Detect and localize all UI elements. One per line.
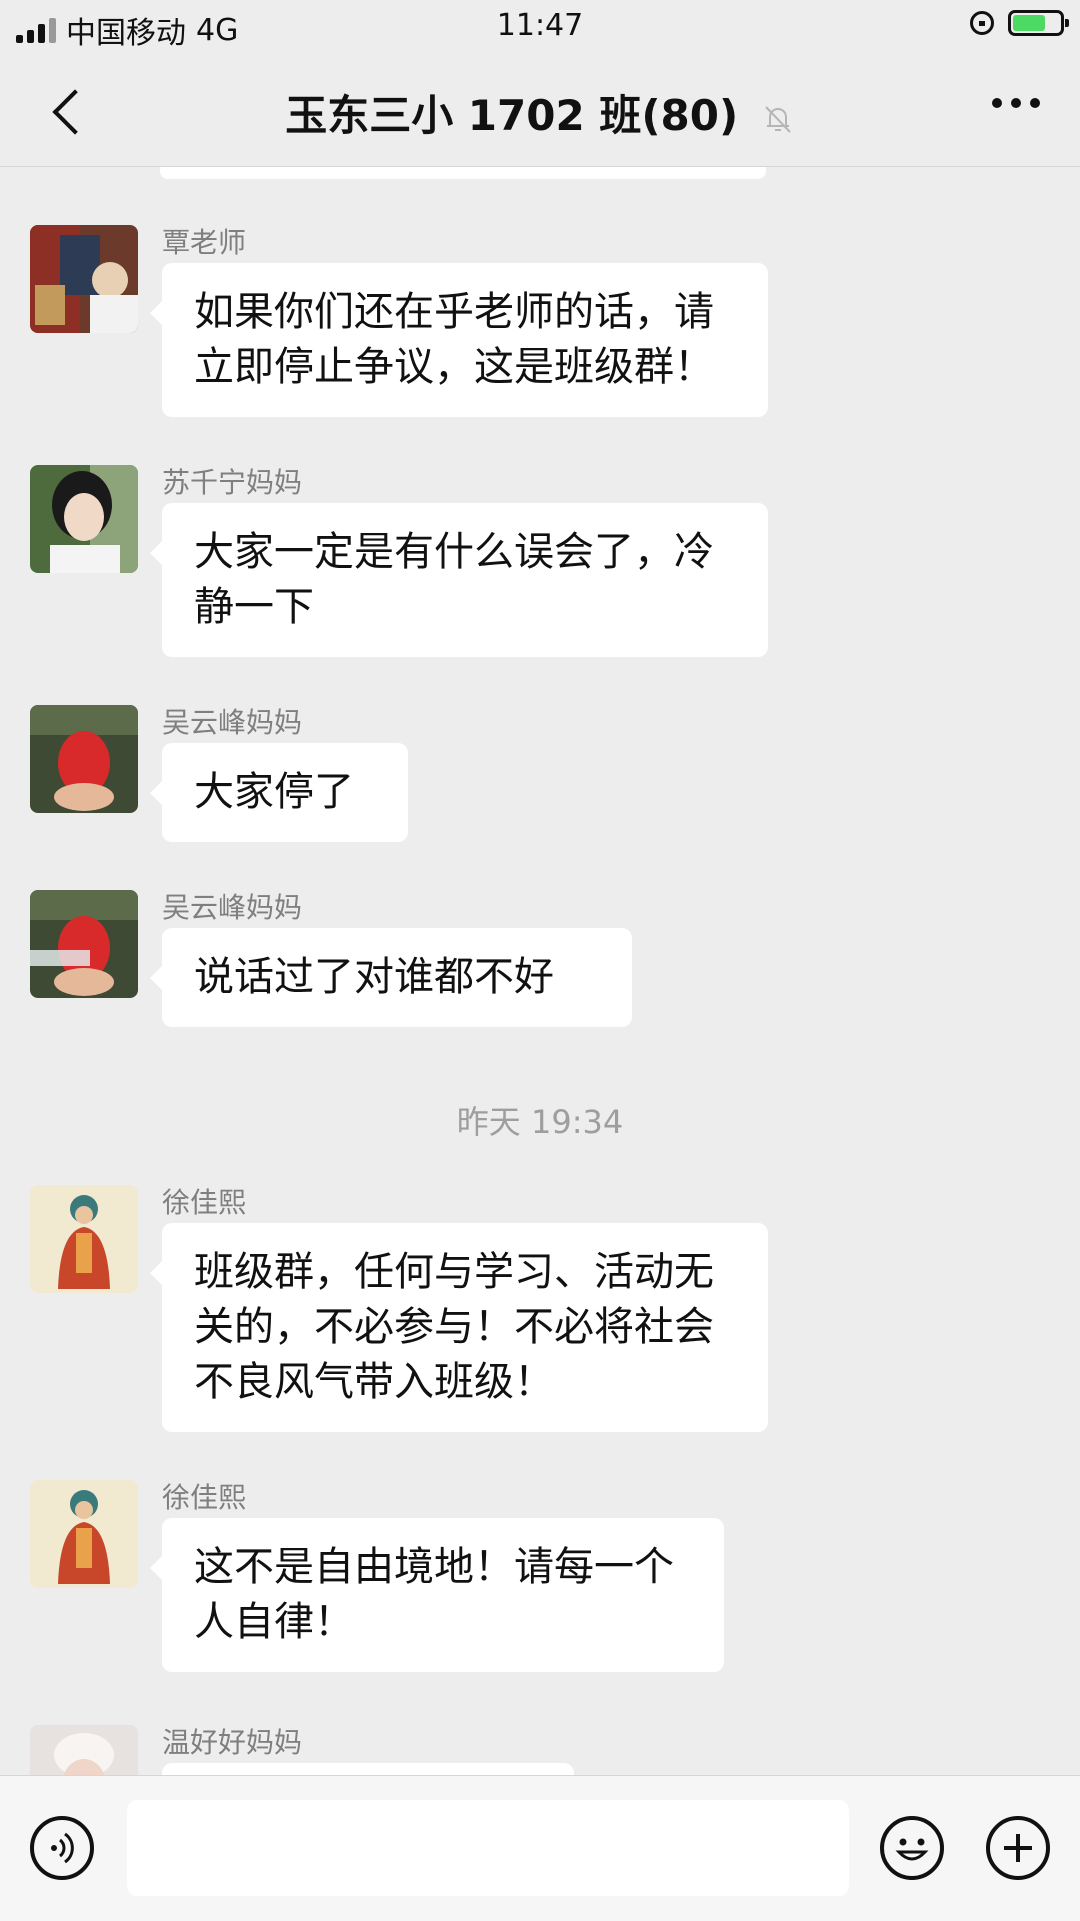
sender-name: 吴云峰妈妈 [162,706,303,739]
emoji-button[interactable] [880,1816,944,1880]
chat-area[interactable]: 覃老师 如果你们还在乎老师的话，请立即停止争议，这是班级群！ 苏千宁妈妈 大家一… [0,167,1080,1775]
avatar[interactable] [30,1185,138,1293]
avatar[interactable] [30,890,138,998]
message-bubble[interactable]: 大家停了 [150,743,408,842]
sender-name: 徐佳熙 [162,1481,247,1514]
input-bar [0,1775,1080,1921]
sender-name: 覃老师 [162,226,247,259]
voice-button[interactable] [30,1816,94,1880]
chat-title-wrap: 玉东三小 1702 班(80) [0,82,1080,143]
avatar[interactable] [30,1725,138,1775]
sender-name: 温好好妈妈 [162,1726,303,1759]
more-button[interactable] [992,98,1040,108]
voice-icon [51,1832,74,1864]
plus-button[interactable] [986,1816,1050,1880]
avatar[interactable] [30,1480,138,1588]
previous-message-bubble[interactable] [160,167,766,179]
clock: 11:47 [496,8,584,43]
status-right [970,10,1069,36]
bell-muted-icon [765,105,791,133]
message-input[interactable] [127,1800,849,1896]
message-bubble[interactable]: 大家一定是有什么误会了，冷静一下 [150,503,768,657]
message-bubble[interactable]: 这不是自由境地！请每一个人自律！ [150,1518,724,1672]
status-bar: 中国移动 4G 11:47 [0,0,1080,58]
chat-header: 玉东三小 1702 班(80) [0,58,1080,167]
message-bubble[interactable]: 如果你们还在乎老师的话，请立即停止争议，这是班级群！ [150,263,768,417]
avatar[interactable] [30,225,138,333]
message-bubble[interactable] [162,1763,574,1775]
sender-name: 苏千宁妈妈 [162,466,303,499]
more-dots-icon [992,98,1002,108]
time-divider: 昨天 19:34 [456,1103,624,1141]
chat-title: 玉东三小 1702 班(80) [285,91,739,140]
avatar[interactable] [30,705,138,813]
battery-icon [1008,10,1069,36]
message-bubble[interactable]: 说话过了对谁都不好 [150,928,632,1027]
sender-name: 徐佳熙 [162,1186,247,1219]
avatar[interactable] [30,465,138,573]
rotation-lock-icon [970,11,994,35]
message-bubble[interactable]: 班级群，任何与学习、活动无关的，不必参与！不必将社会不良风气带入班级！ [150,1223,768,1432]
sender-name: 吴云峰妈妈 [162,891,303,924]
emoji-icon [895,1838,929,1861]
